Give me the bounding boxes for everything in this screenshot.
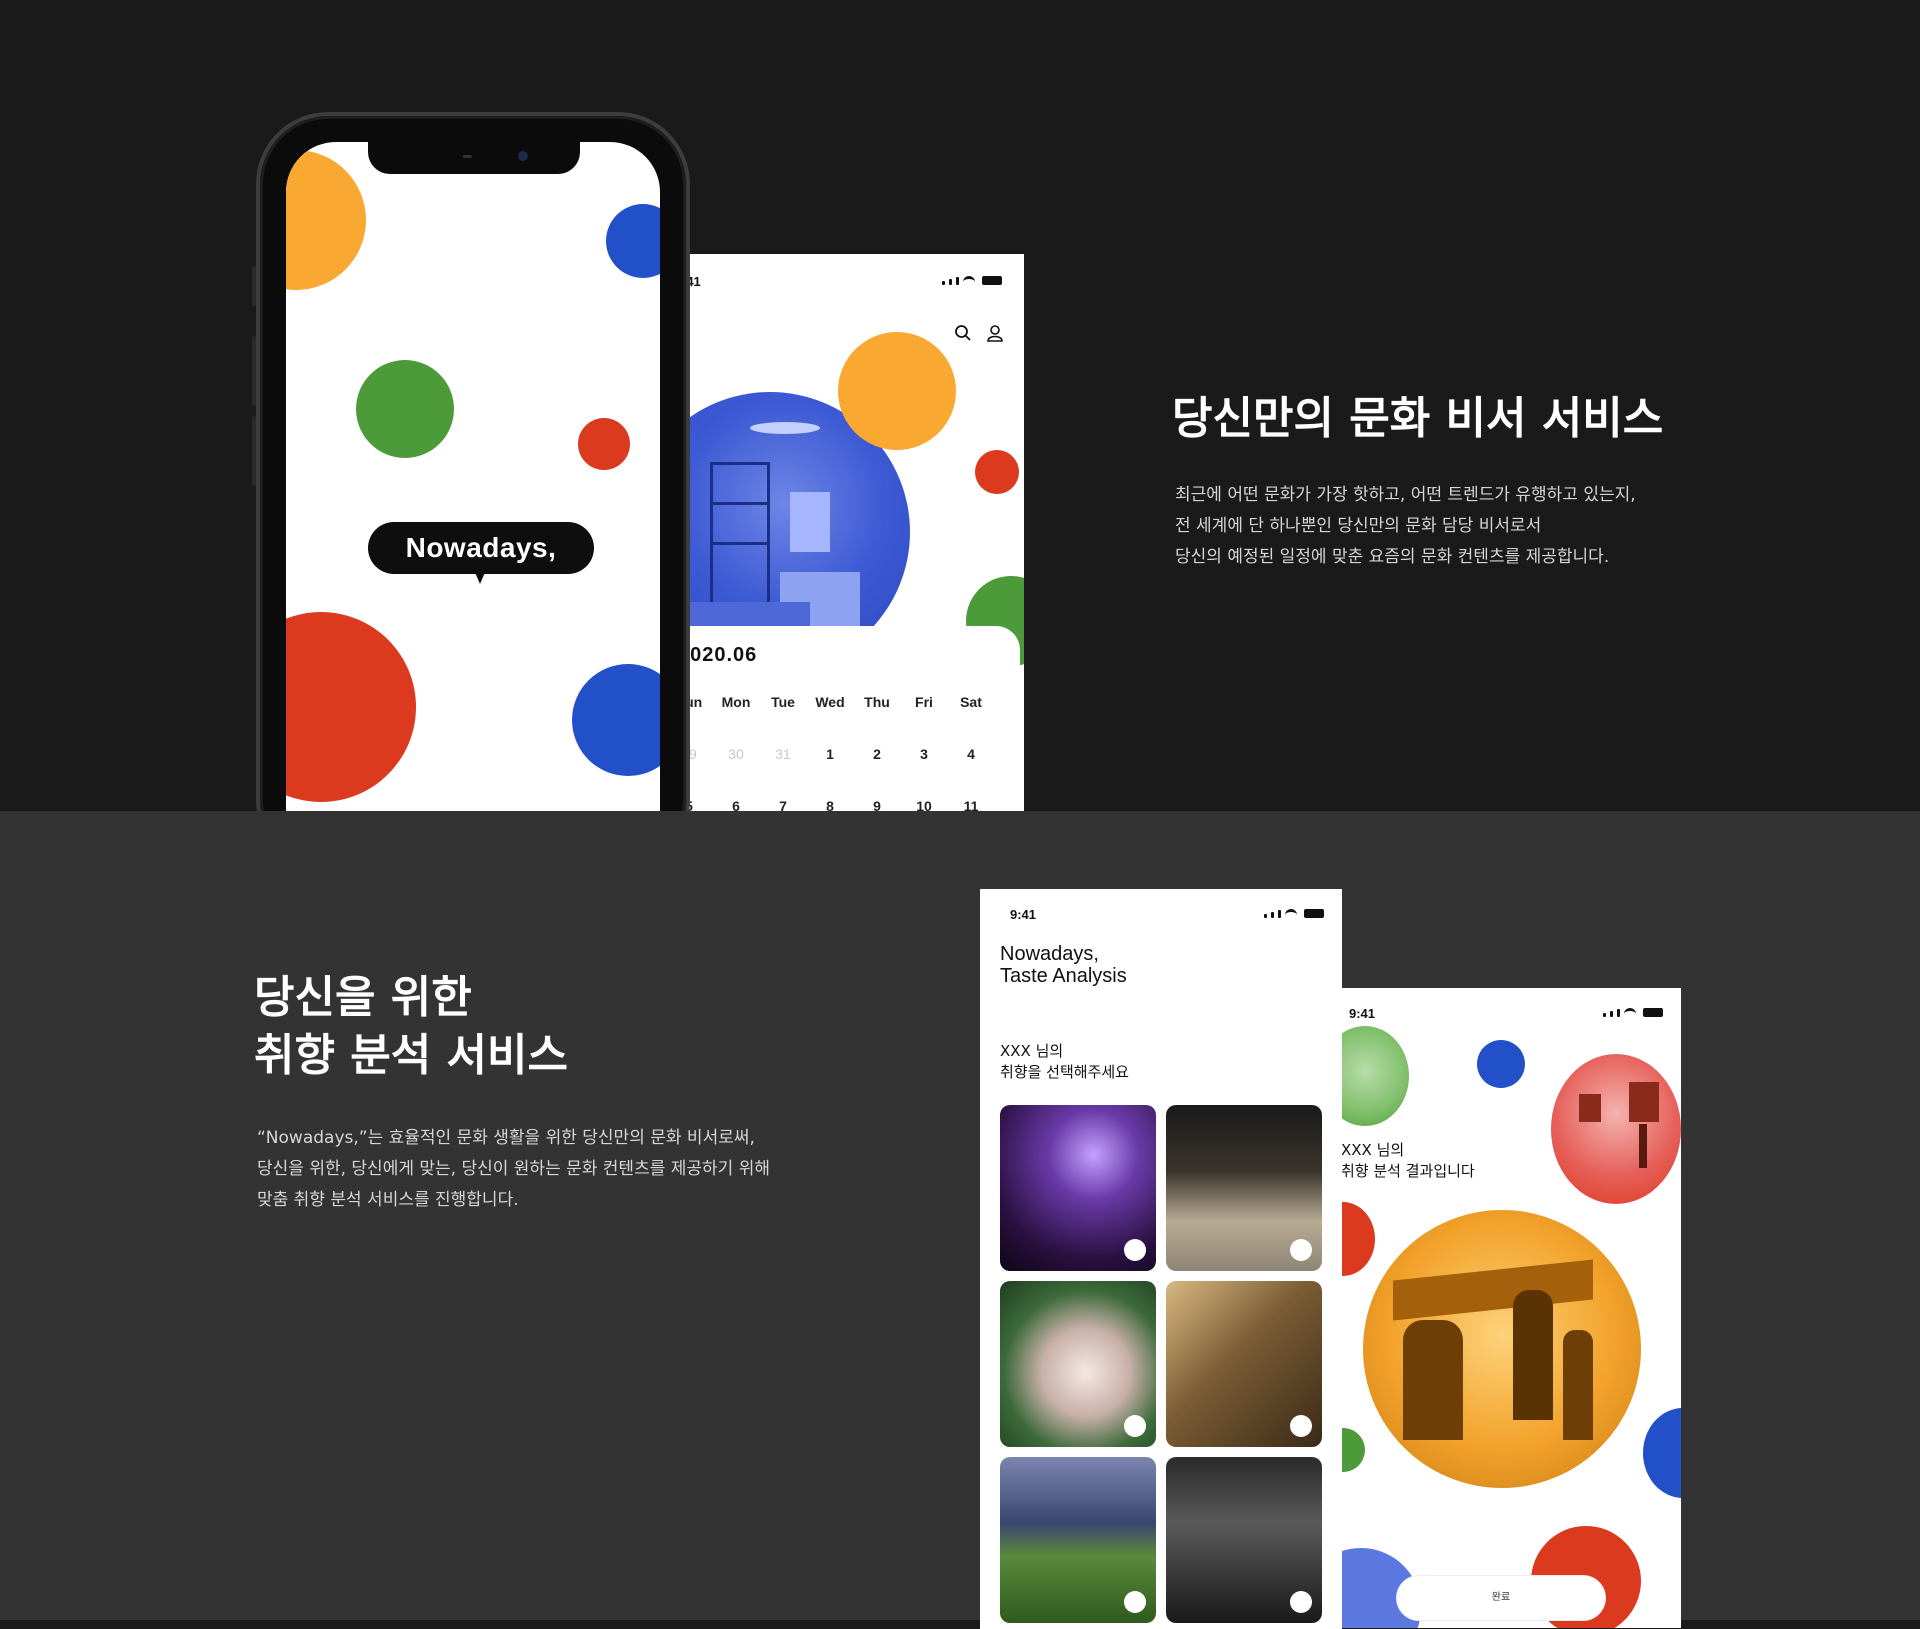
taste-tile-concert[interactable] bbox=[1000, 1105, 1156, 1271]
mute-switch bbox=[252, 266, 256, 306]
phone-notch bbox=[368, 142, 580, 174]
taste-description-line: 당신을 위한, 당신에게 맞는, 당신이 원하는 문화 컨텐츠를 제공하기 위해 bbox=[257, 1159, 771, 1179]
portrait-image bbox=[1341, 1026, 1409, 1126]
tile-select-radio[interactable] bbox=[1290, 1591, 1312, 1613]
taste-tile-exhibition[interactable] bbox=[1166, 1105, 1322, 1271]
phone-mockup: Nowadays, bbox=[252, 112, 690, 811]
taste-tile-fashion-show[interactable] bbox=[1166, 1457, 1322, 1623]
calendar-day[interactable]: 30 bbox=[713, 746, 759, 762]
gallery-image bbox=[1551, 1054, 1681, 1204]
wifi-icon bbox=[1285, 909, 1297, 918]
weekday-wed: Wed bbox=[815, 694, 845, 710]
red-dot bbox=[975, 450, 1019, 494]
weekday-mon: Mon bbox=[721, 694, 751, 710]
red-dot-large bbox=[286, 612, 416, 802]
calendar-day[interactable]: 4 bbox=[948, 746, 994, 762]
tile-select-radio[interactable] bbox=[1124, 1591, 1146, 1613]
blue-dot-large bbox=[572, 664, 660, 776]
taste-screen: 9:41 Nowadays, Taste Analysis XXX 님의 취향을… bbox=[980, 889, 1342, 1629]
calendar-day[interactable]: 31 bbox=[760, 746, 806, 762]
tile-select-radio[interactable] bbox=[1124, 1239, 1146, 1261]
status-icons bbox=[1603, 1008, 1663, 1017]
red-dot bbox=[1341, 1202, 1375, 1276]
hero-description-line: 최근에 어떤 문화가 가장 핫하고, 어떤 트렌드가 유행하고 있는지, bbox=[1175, 485, 1636, 505]
calendar-day[interactable]: 8 bbox=[807, 798, 853, 811]
status-icons bbox=[942, 276, 1002, 285]
speaker bbox=[463, 155, 472, 158]
taste-title-line: Nowadays, bbox=[1000, 943, 1099, 965]
blue-dot bbox=[1477, 1040, 1525, 1088]
calendar-day[interactable]: 3 bbox=[901, 746, 947, 762]
taste-prompt: XXX 님의 취향을 선택해주세요 bbox=[1000, 1041, 1129, 1083]
blue-dot bbox=[606, 204, 660, 278]
wifi-icon bbox=[1624, 1008, 1636, 1017]
bubble-tail bbox=[474, 570, 486, 584]
hero-description: 최근에 어떤 문화가 가장 핫하고, 어떤 트렌드가 유행하고 있는지, 전 세… bbox=[1175, 480, 1636, 573]
green-dot bbox=[356, 360, 454, 458]
orange-dot bbox=[286, 150, 366, 290]
result-line: 취향 분석 결과입니다 bbox=[1341, 1162, 1475, 1180]
brand-name: Nowadays, bbox=[405, 532, 557, 563]
brand-logo-bubble: Nowadays, bbox=[368, 522, 594, 584]
taste-prompt-line: 취향을 선택해주세요 bbox=[1000, 1063, 1129, 1081]
blue-dot bbox=[1643, 1408, 1681, 1498]
hero-description-line: 당신의 예정된 일정에 맞춘 요즘의 문화 컨텐츠를 제공합니다. bbox=[1175, 547, 1610, 567]
status-time: 9:41 bbox=[1010, 907, 1037, 922]
volume-up-button bbox=[252, 336, 256, 406]
volume-down-button bbox=[252, 416, 256, 486]
taste-title: Nowadays, Taste Analysis bbox=[1000, 943, 1127, 987]
weekday-thu: Thu bbox=[864, 694, 890, 710]
result-image bbox=[1363, 1210, 1641, 1488]
taste-headline-line: 취향 분석 서비스 bbox=[254, 1030, 568, 1081]
taste-tile-baseball[interactable] bbox=[1000, 1457, 1156, 1623]
taste-headline: 당신을 위한 취향 분석 서비스 bbox=[254, 969, 568, 1085]
calendar-day[interactable]: 1 bbox=[807, 746, 853, 762]
calendar-day[interactable]: 7 bbox=[760, 798, 806, 811]
calendar-day[interactable]: 11 bbox=[948, 798, 994, 811]
tile-select-radio[interactable] bbox=[1124, 1415, 1146, 1437]
taste-tile-portrait[interactable] bbox=[1000, 1281, 1156, 1447]
taste-headline-line: 당신을 위한 bbox=[254, 972, 472, 1023]
tile-select-radio[interactable] bbox=[1290, 1415, 1312, 1437]
hero-headline: 당신만의 문화 비서 서비스 bbox=[1172, 393, 1664, 444]
calendar-day[interactable]: 6 bbox=[713, 798, 759, 811]
search-icon[interactable] bbox=[954, 324, 972, 342]
calendar-day[interactable]: 2 bbox=[854, 746, 900, 762]
done-button[interactable]: 완료 bbox=[1397, 1576, 1605, 1620]
taste-prompt-line: XXX 님의 bbox=[1000, 1042, 1064, 1060]
red-dot bbox=[578, 418, 630, 470]
status-icons bbox=[1264, 909, 1324, 918]
tile-select-radio[interactable] bbox=[1290, 1239, 1312, 1261]
calendar-card: 2020.06 Sun Mon Tue Wed Thu Fri Sat 29 3… bbox=[670, 626, 1020, 811]
wifi-icon bbox=[963, 276, 975, 285]
camera bbox=[518, 151, 528, 161]
weekday-sat: Sat bbox=[960, 694, 982, 710]
hero-section: :41 2020.06 Sun Mon Tue bbox=[0, 0, 1920, 811]
battery-icon bbox=[1304, 909, 1324, 918]
green-dot bbox=[1341, 1428, 1365, 1472]
result-line: XXX 님의 bbox=[1341, 1141, 1405, 1159]
orange-dot bbox=[838, 332, 956, 450]
weekday-fri: Fri bbox=[915, 694, 933, 710]
taste-description-line: 맞춤 취향 분석 서비스를 진행합니다. bbox=[257, 1190, 519, 1210]
hero-description-line: 전 세계에 단 하나뿐인 당신만의 문화 담당 비서로서 bbox=[1175, 516, 1542, 536]
result-screen: 9:41 XXX 님의 취향 분석 결과입니다 완료 bbox=[1341, 988, 1681, 1628]
user-icon[interactable] bbox=[986, 324, 1004, 342]
battery-icon bbox=[982, 276, 1002, 285]
weekday-tue: Tue bbox=[771, 694, 795, 710]
taste-description-line: “Nowadays,”는 효율적인 문화 생활을 위한 당신만의 문화 비서로써… bbox=[257, 1128, 755, 1148]
calendar-day[interactable]: 9 bbox=[854, 798, 900, 811]
battery-icon bbox=[1643, 1008, 1663, 1017]
taste-tile-interior[interactable] bbox=[1166, 1281, 1322, 1447]
splash-screen: Nowadays, bbox=[286, 142, 660, 811]
status-time: 9:41 bbox=[1349, 1006, 1376, 1021]
taste-description: “Nowadays,”는 효율적인 문화 생활을 위한 당신만의 문화 비서로써… bbox=[257, 1123, 770, 1216]
calendar-day[interactable]: 10 bbox=[901, 798, 947, 811]
taste-title-line: Taste Analysis bbox=[1000, 965, 1127, 987]
result-message: XXX 님의 취향 분석 결과입니다 bbox=[1341, 1140, 1475, 1182]
calendar-screen: :41 2020.06 Sun Mon Tue bbox=[670, 254, 1024, 811]
